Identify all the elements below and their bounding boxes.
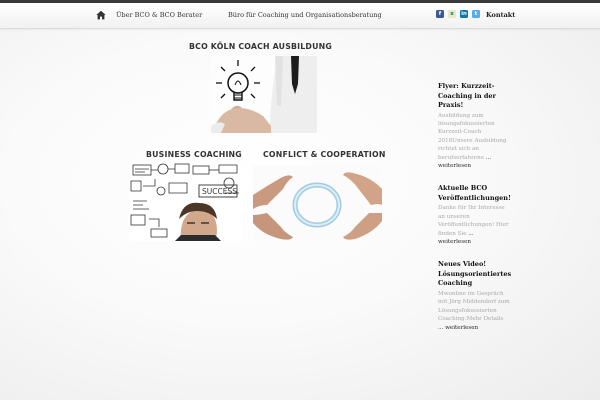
sidebar-post: Aktuelle BCO Veröffentlichungen! Danke f… bbox=[438, 184, 511, 246]
twitter-icon[interactable]: t bbox=[472, 10, 480, 18]
post-title[interactable]: Aktuelle BCO Veröffentlichungen! bbox=[438, 184, 511, 203]
post-title[interactable]: Neues Video! Lösungsorientiertes Coachin… bbox=[438, 260, 511, 289]
read-more-link[interactable]: weiterlesen bbox=[438, 162, 510, 170]
post-ellipsis: ... bbox=[438, 324, 444, 331]
sidebar: Flyer: Kurzzeit-Coaching in der Praxis! … bbox=[438, 82, 511, 346]
lightbulb-image[interactable] bbox=[211, 56, 317, 133]
linkedin-icon[interactable]: in bbox=[460, 10, 468, 18]
read-more-link[interactable]: weiterlesen bbox=[438, 238, 510, 246]
contact-link[interactable]: Kontakt bbox=[486, 11, 515, 19]
tile-title-business-coaching[interactable]: BUSINESS COACHING bbox=[146, 150, 242, 159]
sidebar-post: Flyer: Kurzzeit-Coaching in der Praxis! … bbox=[438, 82, 510, 170]
post-title[interactable]: Flyer: Kurzzeit-Coaching in der Praxis! bbox=[438, 82, 510, 111]
nav-item-office[interactable]: Büro für Coaching und Organisationsberat… bbox=[228, 11, 382, 19]
post-ellipsis: ... bbox=[468, 230, 474, 237]
post-excerpt: Ausbildung zum lösungsfokussierten Kurzz… bbox=[438, 112, 507, 161]
post-ellipsis: ... bbox=[485, 154, 492, 161]
sketch-word: SUCCESS bbox=[202, 187, 237, 196]
xing-icon[interactable]: x bbox=[448, 10, 456, 18]
top-navigation: Über BCO & BCO Berater Büro für Coaching… bbox=[0, 3, 600, 29]
post-excerpt: Mwonline im Gespräch mit Jörg Middendorf… bbox=[438, 290, 510, 323]
tile-title-conflict-cooperation[interactable]: CONFLICT & COOPERATION bbox=[263, 150, 386, 159]
featured-title[interactable]: BCO KÖLN COACH AUSBILDUNG bbox=[189, 42, 332, 51]
business-coaching-image[interactable]: SUCCESS bbox=[129, 161, 242, 241]
read-more-link[interactable]: weiterlesen bbox=[445, 325, 478, 331]
sidebar-post: Neues Video! Lösungsorientiertes Coachin… bbox=[438, 260, 511, 332]
nav-item-about[interactable]: Über BCO & BCO Berater bbox=[116, 11, 202, 19]
home-icon[interactable] bbox=[96, 10, 106, 20]
conflict-cooperation-image[interactable] bbox=[253, 165, 382, 241]
facebook-icon[interactable]: f bbox=[436, 10, 444, 18]
